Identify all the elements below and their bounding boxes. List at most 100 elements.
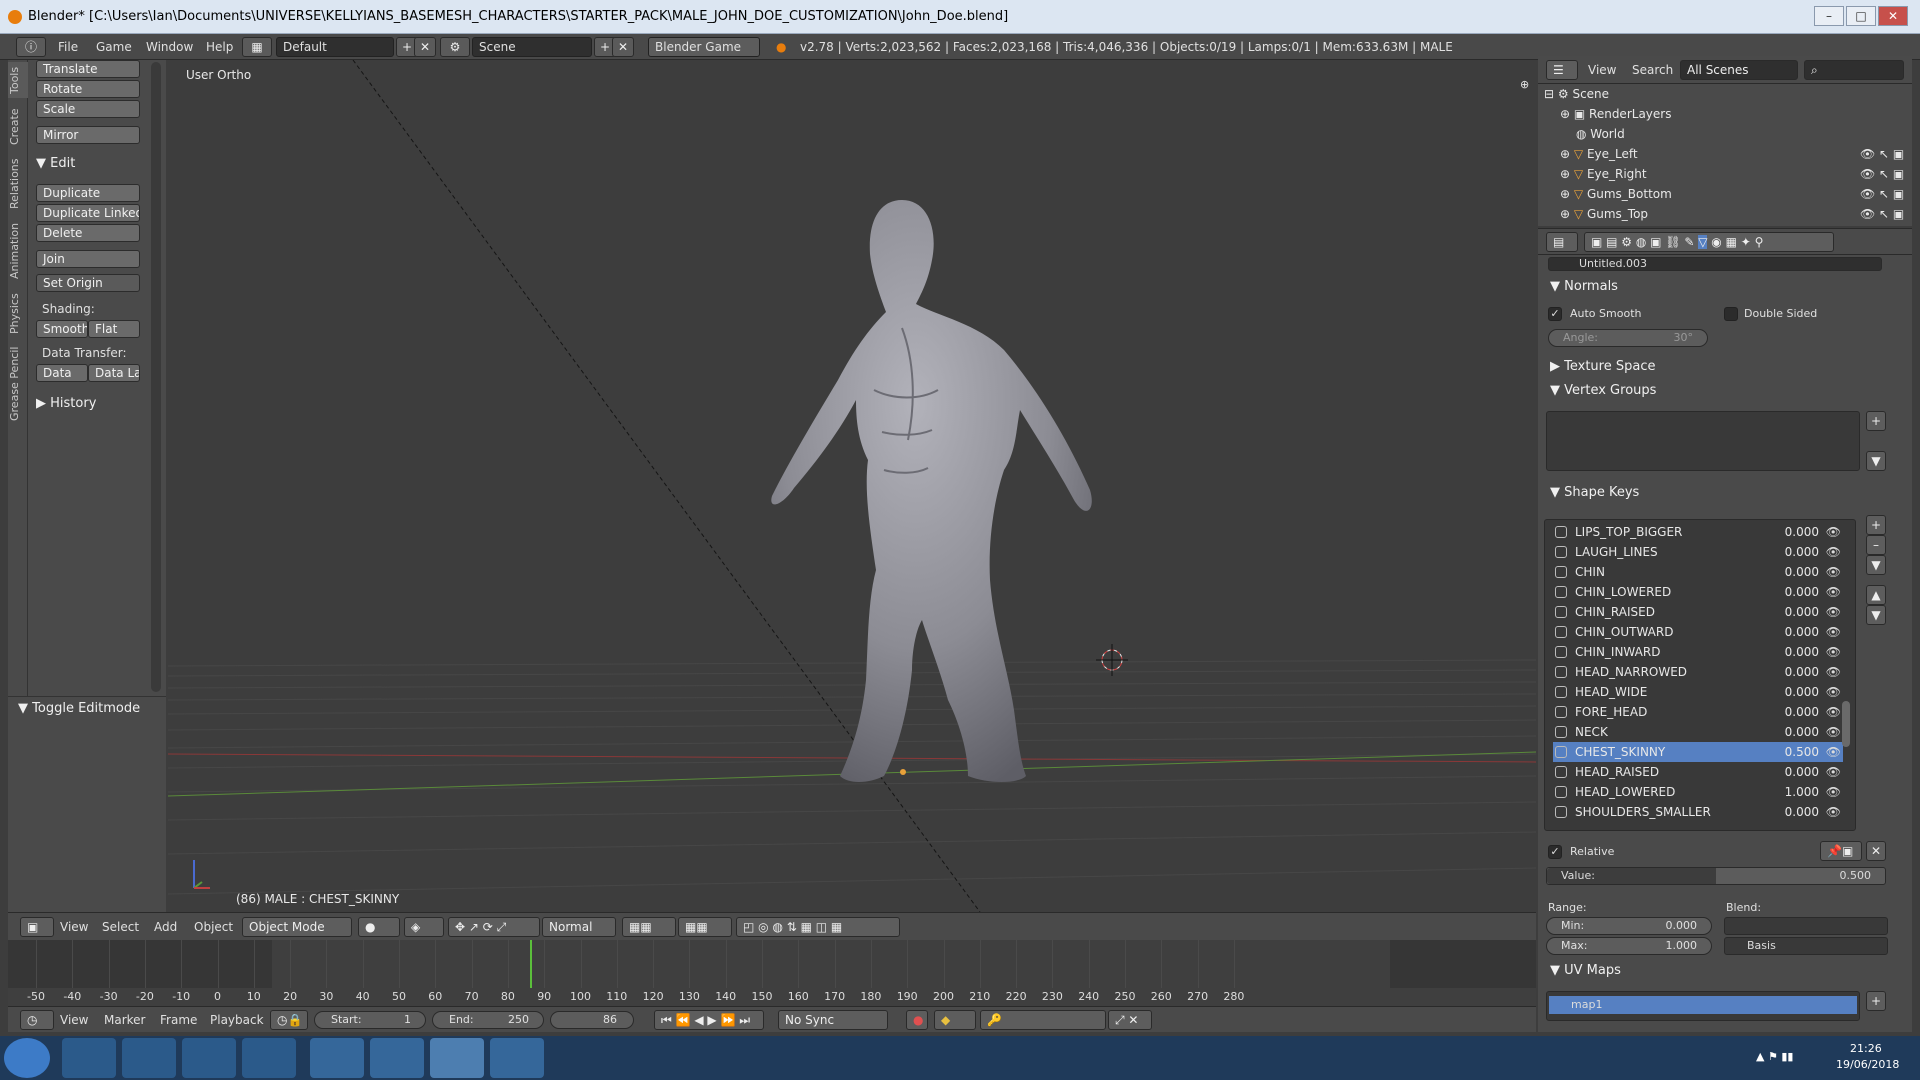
menu-view[interactable]: View — [60, 913, 88, 941]
timeline-menu-playback[interactable]: Playback — [210, 1007, 264, 1033]
menu-object[interactable]: Object — [194, 913, 233, 941]
texture-space-panel-header[interactable]: ▶ Texture Space — [1550, 359, 1655, 374]
layers-grid-2[interactable]: ▦▦ — [678, 917, 732, 937]
outliner-item-gums-bottom[interactable]: ⊕ ▽ Gums_Bottom 👁 ↖ ▣ — [1560, 184, 1920, 204]
shape-key-value[interactable]: 1.000 — [1785, 782, 1819, 802]
eye-icon[interactable]: 👁 — [1826, 522, 1841, 542]
properties-context-tabs[interactable]: ▣ ▤ ⚙ ◍ ▣ ⛓ ✎ ▽ ◉ ▦ ✦ ⚲ — [1584, 232, 1834, 252]
sync-select[interactable]: No Sync — [778, 1010, 888, 1030]
vertex-group-menu-button[interactable]: ▼ — [1866, 451, 1886, 471]
shape-key-value[interactable]: 0.000 — [1785, 662, 1819, 682]
range-min-field[interactable]: Min: 0.000 — [1546, 917, 1712, 935]
render-engine-select[interactable]: Blender Game — [648, 37, 760, 57]
3d-viewport[interactable]: User Ortho (86) MALE : CHEST_SKINNY ⊕ — [168, 60, 1536, 912]
eye-icon[interactable]: 👁 — [1826, 602, 1841, 622]
join-button[interactable]: Join — [36, 250, 140, 268]
flat-button[interactable]: Flat — [88, 320, 140, 338]
outliner-item-scene[interactable]: ⊟ ⚙ Scene — [1544, 84, 1904, 104]
shape-key-value[interactable]: 0.000 — [1785, 722, 1819, 742]
eye-icon[interactable]: 👁 — [1826, 742, 1841, 762]
scale-button[interactable]: Scale — [36, 100, 140, 118]
vertex-group-add-button[interactable]: + — [1866, 411, 1886, 431]
tray-icons[interactable]: ▲ ⚑ ▮▮ — [1756, 1050, 1793, 1063]
obs-icon[interactable] — [370, 1038, 424, 1078]
uv-map-item[interactable]: map1 — [1549, 996, 1857, 1014]
shape-key-add-button[interactable]: + — [1866, 515, 1886, 535]
maximize-button[interactable]: □ — [1846, 6, 1876, 26]
edit-panel-header[interactable]: ▼ Edit — [36, 156, 75, 171]
menu-file[interactable]: File — [58, 34, 78, 60]
menu-help[interactable]: Help — [206, 34, 233, 60]
shape-key-move-up-button[interactable]: ▲ — [1866, 585, 1886, 605]
data-layers-button[interactable]: Data La — [88, 364, 140, 382]
clear-shape-keys-button[interactable]: ✕ — [1866, 841, 1886, 861]
eye-icon[interactable]: 👁 — [1826, 682, 1841, 702]
shape-keys-panel-header[interactable]: ▼ Shape Keys — [1550, 485, 1639, 500]
eye-icon[interactable]: 👁 — [1826, 542, 1841, 562]
eye-icon[interactable]: 👁 — [1826, 562, 1841, 582]
shape-key-value[interactable]: 0.000 — [1785, 682, 1819, 702]
outliner-filter-select[interactable]: All Scenes — [1680, 60, 1798, 80]
app-icon[interactable] — [310, 1038, 364, 1078]
outliner-item-eye-left[interactable]: ⊕ ▽ Eye_Left 👁 ↖ ▣ — [1560, 144, 1920, 164]
shape-keys-scrollbar[interactable] — [1842, 701, 1850, 747]
eye-icon[interactable]: 👁 — [1826, 582, 1841, 602]
vertex-groups-panel-header[interactable]: ▼ Vertex Groups — [1550, 383, 1656, 398]
visibility-icons[interactable]: 👁 ↖ ▣ — [1860, 144, 1904, 164]
eye-icon[interactable]: 👁 — [1826, 802, 1841, 822]
visibility-icons[interactable]: 👁 ↖ ▣ — [1860, 184, 1904, 204]
editor-type-select[interactable]: ▣ — [20, 917, 54, 937]
shape-key-row[interactable]: NECK 0.000 👁 — [1553, 722, 1843, 742]
remove-scene-icon[interactable]: ✕ — [612, 37, 634, 57]
shape-key-row[interactable]: FORE_HEAD 0.000 👁 — [1553, 702, 1843, 722]
shape-key-value-slider[interactable]: Value: 0.500 — [1546, 867, 1886, 885]
shape-key-row[interactable]: CHEST_SKINNY 0.500 👁 — [1553, 742, 1843, 762]
orientation-select[interactable]: Normal — [542, 917, 616, 937]
tab-create[interactable]: Create — [8, 104, 28, 150]
eye-icon[interactable]: 👁 — [1826, 782, 1841, 802]
outliner-item-eye-right[interactable]: ⊕ ▽ Eye_Right 👁 ↖ ▣ — [1560, 164, 1920, 184]
eye-icon[interactable]: 👁 — [1826, 702, 1841, 722]
eye-icon[interactable]: 👁 — [1826, 642, 1841, 662]
uv-map-add-button[interactable]: + — [1866, 991, 1886, 1011]
outliner-item-world[interactable]: ◍ World — [1576, 124, 1920, 144]
file-explorer-icon[interactable] — [122, 1038, 176, 1078]
uv-maps-list[interactable]: map1 — [1546, 991, 1860, 1021]
layers-grid-1[interactable]: ▦▦ — [622, 917, 676, 937]
menu-add[interactable]: Add — [154, 913, 177, 941]
shape-key-remove-button[interactable]: – — [1866, 535, 1886, 555]
tab-relations[interactable]: Relations — [8, 156, 28, 212]
blend-vertex-group-field[interactable] — [1724, 917, 1888, 935]
current-frame-field[interactable]: 86 — [550, 1011, 634, 1029]
scene-field[interactable]: Scene — [472, 37, 592, 57]
chrome-icon[interactable] — [182, 1038, 236, 1078]
shape-key-row[interactable]: HEAD_NARROWED 0.000 👁 — [1553, 662, 1843, 682]
outliner-menu-search[interactable]: Search — [1632, 56, 1673, 84]
shape-key-value[interactable]: 0.000 — [1785, 542, 1819, 562]
eye-icon[interactable]: 👁 — [1826, 762, 1841, 782]
mirror-button[interactable]: Mirror — [36, 126, 140, 144]
shape-key-value[interactable]: 0.500 — [1785, 742, 1819, 762]
eye-icon[interactable]: 👁 — [1826, 722, 1841, 742]
blender-taskbar-icon[interactable] — [430, 1038, 484, 1078]
shape-key-row[interactable]: LIPS_TOP_BIGGER 0.000 👁 — [1553, 522, 1843, 542]
duplicate-linked-button[interactable]: Duplicate Linked — [36, 204, 140, 222]
shape-key-value[interactable]: 0.000 — [1785, 702, 1819, 722]
paint-icon[interactable] — [490, 1038, 544, 1078]
shape-key-row[interactable]: HEAD_LOWERED 1.000 👁 — [1553, 782, 1843, 802]
scene-icon[interactable]: ⚙ — [440, 37, 470, 57]
shape-key-value[interactable]: 0.000 — [1785, 622, 1819, 642]
timeline-menu-frame[interactable]: Frame — [160, 1007, 197, 1033]
uv-maps-panel-header[interactable]: ▼ UV Maps — [1550, 963, 1621, 978]
snap-tools[interactable]: ◰ ◎ ◍ ⇅ ▦ ◫ ▦ — [736, 917, 900, 937]
shape-key-row[interactable]: CHIN_RAISED 0.000 👁 — [1553, 602, 1843, 622]
duplicate-button[interactable]: Duplicate — [36, 184, 140, 202]
outliner-menu-view[interactable]: View — [1588, 56, 1616, 84]
menu-select[interactable]: Select — [102, 913, 139, 941]
eye-icon[interactable]: 👁 — [1826, 622, 1841, 642]
close-button[interactable]: ✕ — [1878, 6, 1908, 26]
shape-key-row[interactable]: CHIN_INWARD 0.000 👁 — [1553, 642, 1843, 662]
shape-key-value[interactable]: 0.000 — [1785, 642, 1819, 662]
mode-select[interactable]: Object Mode — [242, 917, 352, 937]
data-button[interactable]: Data — [36, 364, 88, 382]
